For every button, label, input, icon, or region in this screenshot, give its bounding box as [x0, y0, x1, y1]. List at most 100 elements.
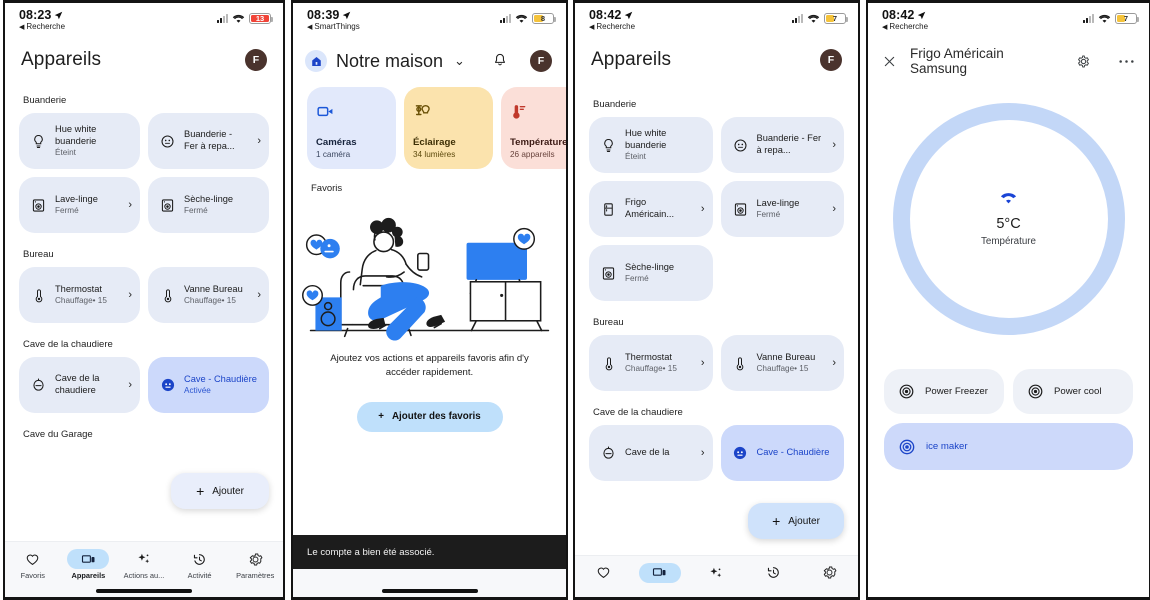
add-popup-button-1[interactable]: + Ajouter — [171, 473, 269, 509]
wifi-icon — [515, 14, 528, 23]
add-popup-button-3[interactable]: + Ajouter — [748, 503, 844, 539]
plus-icon: + — [772, 513, 781, 529]
device-card-cave-de-la-chaudiere[interactable]: Cave de la › — [589, 425, 713, 481]
device-card-lave-linge[interactable]: Lave-linge Fermé › — [19, 177, 140, 233]
chevron-right-icon[interactable]: › — [701, 447, 705, 459]
power-icon — [898, 383, 915, 400]
chevron-right-icon[interactable]: › — [832, 357, 836, 369]
device-card-seche-linge[interactable]: Sèche-linge Fermé — [148, 177, 269, 233]
chevron-right-icon[interactable]: › — [128, 289, 132, 301]
chevron-down-icon[interactable]: ⌄ — [454, 53, 465, 69]
more-options-icon[interactable] — [1118, 59, 1135, 64]
device-functions-grid: Power Freezer Power cool — [868, 369, 1149, 414]
back-to-app-link-1[interactable]: ◀ Recherche — [19, 22, 66, 32]
back-to-app-link-4[interactable]: ◀ Recherche — [882, 22, 929, 32]
avatar-1[interactable]: F — [245, 49, 267, 71]
nav-item-activite[interactable] — [745, 563, 801, 585]
device-list-3: Buanderie Hue white buanderie Éteint Bua… — [575, 99, 858, 481]
devices-icon — [638, 562, 681, 583]
back-triangle-icon: ◀ — [589, 23, 595, 31]
chevron-right-icon[interactable]: › — [832, 139, 836, 151]
device-card-lave-linge[interactable]: Lave-linge Fermé › — [720, 181, 844, 237]
device-card-thermostat[interactable]: Thermostat Chauffage • 15 › — [589, 335, 713, 391]
function-card-power-freezer[interactable]: Power Freezer — [884, 369, 1004, 414]
device-name: Sèche-linge — [184, 193, 234, 204]
device-card-fer-a-repasser[interactable]: Buanderie - Fer à repa... › — [148, 113, 269, 169]
temperature-ring-wrap: 5°C Température — [868, 103, 1149, 335]
device-card-hue-white[interactable]: Hue white buanderie Éteint — [589, 117, 713, 173]
time-text: 08:42 — [589, 8, 622, 22]
nav-item-parametres[interactable]: Paramètres — [227, 549, 283, 580]
nav-item-appareils[interactable]: Appareils — [61, 549, 117, 580]
device-card-seche-linge[interactable]: Sèche-linge Fermé — [589, 245, 713, 301]
avatar-3[interactable]: F — [820, 49, 842, 71]
gear-icon — [809, 563, 851, 583]
temperature-ring[interactable]: 5°C Température — [892, 103, 1125, 335]
chip-title: Éclairage — [413, 137, 456, 148]
chip-title: Caméras — [316, 137, 357, 148]
device-status: Éteint — [625, 152, 646, 162]
bottom-nav-1: Favoris Appareils Actions au... Activité… — [5, 541, 283, 597]
back-triangle-icon: ◀ — [882, 23, 888, 31]
washer-icon — [732, 201, 749, 218]
device-name: Frigo Américain... — [625, 197, 675, 219]
device-detail-title: Frigo Américain Samsung — [910, 46, 1004, 76]
chevron-right-icon[interactable]: › — [257, 289, 261, 301]
chevron-right-icon[interactable]: › — [128, 199, 132, 211]
device-card-cave-de-la-chaudiere[interactable]: Cave de la chaudiere › — [19, 357, 140, 413]
gear-icon[interactable] — [1076, 54, 1091, 69]
device-card-cave-chaudiere-active[interactable]: Cave - Chaudière — [720, 425, 844, 481]
device-card-frigo-americain[interactable]: Frigo Américain... › — [589, 181, 713, 237]
time-text: 08:39 — [307, 8, 340, 22]
toast-message: Le compte a bien été associé. — [293, 535, 566, 569]
card-text: Thermostat Chauffage • 15 — [55, 284, 118, 306]
device-detail-bar: Frigo Américain Samsung — [868, 37, 1149, 81]
device-card-fer-a-repasser[interactable]: Buanderie - Fer à repa... › — [720, 117, 844, 173]
nav-item-actions-automatisees[interactable]: Actions au... — [116, 549, 172, 580]
close-icon[interactable] — [882, 54, 897, 69]
chevron-right-icon[interactable]: › — [257, 135, 261, 147]
card-text: Buanderie - Fer à repa... — [757, 133, 823, 156]
nav-item-favoris[interactable]: Favoris — [5, 549, 61, 580]
nav-item-appareils[interactable] — [632, 562, 688, 585]
card-text: Buanderie - Fer à repa... — [184, 129, 247, 152]
back-to-app-link-2[interactable]: ◀ SmartThings — [307, 22, 360, 31]
back-label: Recherche — [26, 22, 66, 32]
chevron-right-icon[interactable]: › — [832, 203, 836, 215]
chevron-right-icon[interactable]: › — [128, 379, 132, 391]
device-card-thermostat[interactable]: Thermostat Chauffage • 15 › — [19, 267, 140, 323]
avatar-2[interactable]: F — [530, 50, 552, 72]
back-to-app-link-3[interactable]: ◀ Recherche — [589, 22, 635, 31]
temperature-value: 5°C — [996, 215, 1021, 232]
device-card-hue-white[interactable]: Hue white buanderie Éteint — [19, 113, 140, 169]
power-icon — [898, 438, 916, 456]
chevron-right-icon[interactable]: › — [701, 357, 705, 369]
back-label: Recherche — [889, 22, 929, 32]
nav-item-parametres[interactable] — [802, 563, 858, 585]
category-chip-cameras[interactable]: Caméras 1 caméra — [307, 87, 396, 169]
category-chip-eclairage[interactable]: Éclairage 34 lumières — [404, 87, 493, 169]
function-card-ice-maker[interactable]: ice maker — [884, 423, 1133, 470]
chevron-right-icon[interactable]: › — [701, 203, 705, 215]
device-card-cave-chaudiere-active[interactable]: Cave - Chaudière Activée — [148, 357, 269, 413]
wifi-connected-icon — [1000, 192, 1017, 210]
outlet-filled-icon — [159, 377, 176, 394]
battery-level: 7 — [1123, 14, 1129, 23]
temperature-label: Température — [981, 235, 1036, 247]
device-card-vanne-bureau[interactable]: Vanne Bureau Chauffage • 15 › — [148, 267, 269, 323]
nav-item-actions-automatisees[interactable] — [688, 563, 744, 585]
function-label: Power Freezer — [925, 386, 988, 397]
card-text: Vanne Bureau Chauffage • 15 — [757, 352, 823, 374]
device-card-vanne-bureau[interactable]: Vanne Bureau Chauffage • 15 › — [720, 335, 844, 391]
add-favorites-button[interactable]: + Ajouter des favoris — [356, 401, 503, 432]
device-meta: • 15 — [221, 296, 236, 306]
function-card-power-cool[interactable]: Power cool — [1013, 369, 1133, 414]
home-title[interactable]: Notre maison — [336, 51, 443, 72]
card-text: Vanne Bureau Chauffage • 15 — [184, 284, 247, 306]
nav-item-activite[interactable]: Activité — [172, 549, 228, 580]
lamp-icon — [413, 97, 484, 125]
nav-item-favoris[interactable] — [575, 563, 631, 585]
bell-icon[interactable] — [492, 52, 510, 70]
status-time-4: 08:42 — [882, 8, 928, 22]
category-chip-temperature[interactable]: Température 26 appareils — [501, 87, 566, 169]
